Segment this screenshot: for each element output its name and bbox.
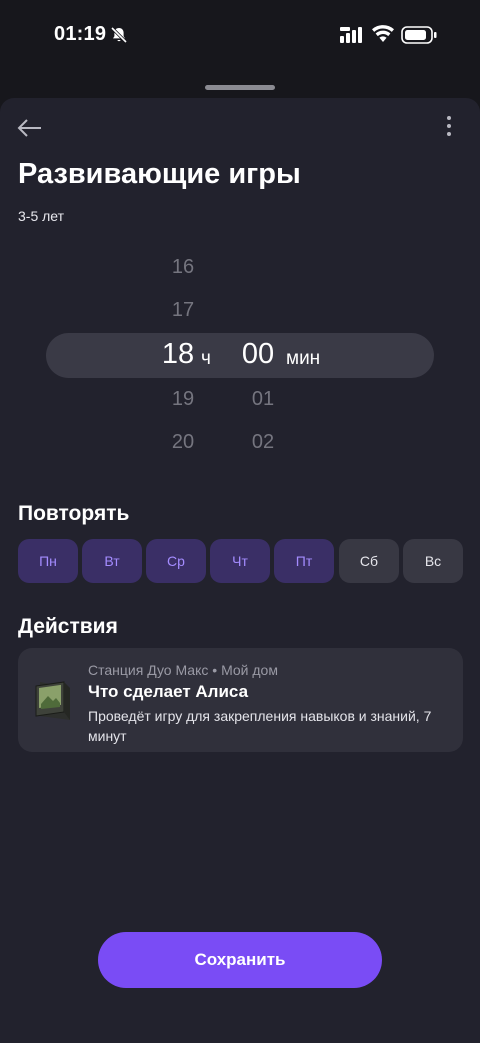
card-title: Что сделает Алиса [88,682,249,701]
hour-option[interactable]: 16 [158,256,208,279]
day-toggle-thu[interactable]: Чт [210,539,270,583]
back-arrow-icon[interactable] [16,116,44,140]
cellular-signal-icon [340,27,362,43]
hour-selected[interactable]: 18 [153,338,203,371]
actions-section-title: Действия [18,615,118,638]
action-card[interactable]: Станция Дуо Макс • Мой дом Что сделает А… [18,648,463,752]
day-toggle-mon[interactable]: Пн [18,539,78,583]
bell-mute-icon [110,26,128,44]
smart-display-icon [35,681,70,720]
card-description: Проведёт игру для закрепления навыков и … [88,708,432,744]
minute-option[interactable]: 01 [238,388,288,411]
minute-selected[interactable]: 00 [233,338,283,371]
meta-separator: • [212,662,218,678]
page-title: Развивающие игры [18,158,301,190]
weekday-selector: Пн Вт Ср Чт Пт Сб Вс [18,539,464,583]
more-vertical-icon[interactable] [440,114,458,138]
day-toggle-sat[interactable]: Сб [339,539,399,583]
bottom-sheet: Развивающие игры 3-5 лет 16 17 18 ч 19 2… [0,98,480,1043]
battery-icon [401,26,437,44]
wifi-icon [372,25,394,42]
repeat-section-title: Повторять [18,502,130,525]
hour-unit: ч [201,348,211,369]
card-meta: Станция Дуо Макс • Мой дом [88,662,278,678]
age-subtitle: 3-5 лет [18,208,65,224]
hour-option[interactable]: 19 [158,388,208,411]
home-name: Мой дом [221,662,278,678]
minute-unit: мин [286,348,321,369]
sheet-grabber[interactable] [205,85,275,90]
day-toggle-tue[interactable]: Вт [82,539,142,583]
minute-option[interactable]: 02 [238,431,288,454]
day-toggle-fri[interactable]: Пт [274,539,334,583]
hour-option[interactable]: 17 [158,299,208,322]
day-toggle-wed[interactable]: Ср [146,539,206,583]
device-name: Станция Дуо Макс [88,662,209,678]
day-toggle-sun[interactable]: Вс [403,539,463,583]
save-button[interactable]: Сохранить [98,932,382,988]
status-time: 01:19 [54,23,107,45]
status-bar: 01:19 [0,0,480,72]
hour-option[interactable]: 20 [158,431,208,454]
